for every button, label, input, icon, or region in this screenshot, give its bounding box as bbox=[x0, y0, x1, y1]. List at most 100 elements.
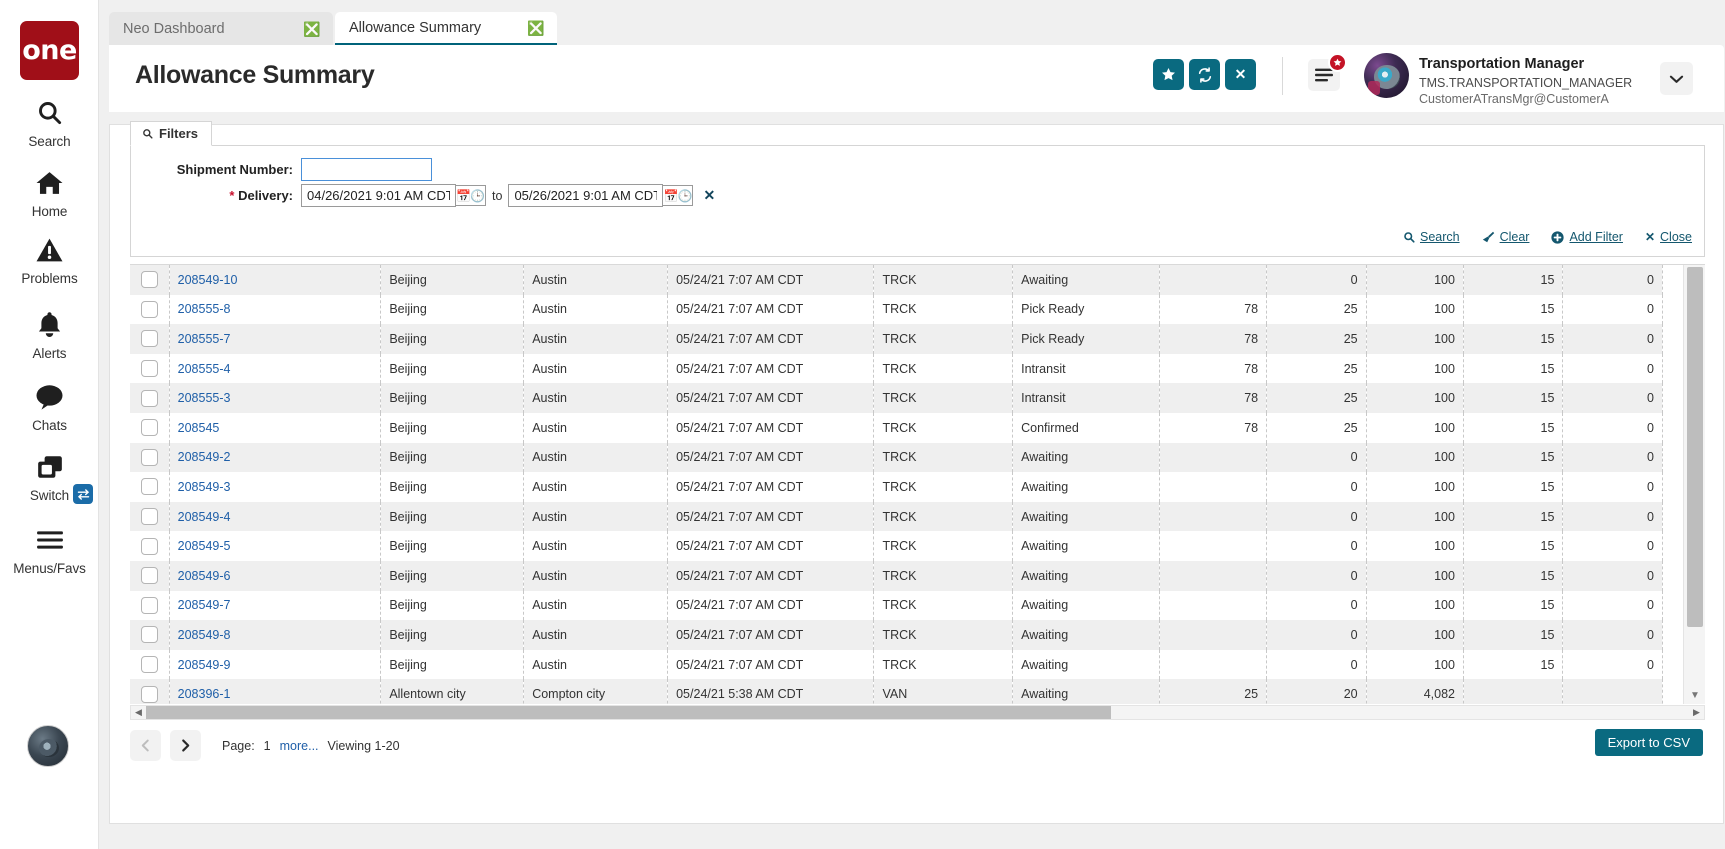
shipment-link[interactable]: 208555-4 bbox=[178, 362, 231, 376]
shipment-link[interactable]: 208549-7 bbox=[178, 598, 231, 612]
row-checkbox-cell[interactable] bbox=[130, 383, 169, 413]
scroll-right-icon[interactable]: ▶ bbox=[1689, 706, 1704, 719]
shipment-link[interactable]: 208549-4 bbox=[178, 510, 231, 524]
scrollbar-thumb[interactable] bbox=[1687, 267, 1703, 627]
row-checkbox[interactable] bbox=[141, 626, 158, 643]
close-circle-icon[interactable]: ❎ bbox=[529, 21, 543, 35]
shipment-link[interactable]: 208549-3 bbox=[178, 480, 231, 494]
shipment-link[interactable]: 208396-1 bbox=[178, 687, 231, 701]
one-logo[interactable]: one bbox=[20, 21, 79, 80]
cell-shipment[interactable]: 208555-3 bbox=[169, 383, 381, 413]
row-checkbox[interactable] bbox=[141, 330, 158, 347]
cell-shipment[interactable]: 208549-2 bbox=[169, 443, 381, 473]
cell-shipment[interactable]: 208555-8 bbox=[169, 295, 381, 325]
close-circle-icon[interactable]: ❎ bbox=[305, 22, 319, 36]
shipment-link[interactable]: 208555-7 bbox=[178, 332, 231, 346]
delivery-from-input[interactable] bbox=[301, 184, 456, 207]
table-row[interactable]: 208396-1Allentown cityCompton city05/24/… bbox=[130, 679, 1663, 704]
calendar-icon[interactable]: 📅 bbox=[663, 185, 678, 206]
tab-neo-dashboard[interactable]: Neo Dashboard ❎ bbox=[109, 12, 333, 46]
row-checkbox[interactable] bbox=[141, 271, 158, 288]
table-row[interactable]: 208555-7BeijingAustin05/24/21 7:07 AM CD… bbox=[130, 324, 1663, 354]
row-checkbox-cell[interactable] bbox=[130, 502, 169, 532]
clock-icon[interactable]: 🕒 bbox=[678, 185, 693, 206]
filter-clear-link[interactable]: Clear bbox=[1482, 230, 1530, 244]
row-checkbox-cell[interactable] bbox=[130, 531, 169, 561]
scrollbar-track[interactable] bbox=[146, 706, 1689, 719]
export-to-csv-button[interactable]: Export to CSV bbox=[1595, 729, 1703, 756]
table-row[interactable]: 208555-4BeijingAustin05/24/21 7:07 AM CD… bbox=[130, 354, 1663, 384]
row-checkbox-cell[interactable] bbox=[130, 443, 169, 473]
cell-shipment[interactable]: 208549-9 bbox=[169, 650, 381, 680]
filter-close-link[interactable]: ✕ Close bbox=[1645, 230, 1692, 244]
next-page-button[interactable] bbox=[170, 730, 201, 761]
row-checkbox[interactable] bbox=[141, 508, 158, 525]
row-checkbox[interactable] bbox=[141, 686, 158, 703]
row-checkbox-cell[interactable] bbox=[130, 561, 169, 591]
cell-shipment[interactable]: 208396-1 bbox=[169, 679, 381, 704]
sidebar-item-chats[interactable]: Chats bbox=[0, 380, 99, 433]
table-row[interactable]: 208555-3BeijingAustin05/24/21 7:07 AM CD… bbox=[130, 383, 1663, 413]
cell-shipment[interactable]: 208545 bbox=[169, 413, 381, 443]
row-checkbox-cell[interactable] bbox=[130, 679, 169, 704]
cell-shipment[interactable]: 208549-7 bbox=[169, 591, 381, 621]
cell-shipment[interactable]: 208549-8 bbox=[169, 620, 381, 650]
grid-horizontal-scrollbar[interactable]: ◀ ▶ bbox=[130, 705, 1705, 720]
favorite-button[interactable] bbox=[1153, 59, 1184, 90]
clock-icon[interactable]: 🕒 bbox=[471, 185, 486, 206]
tab-allowance-summary[interactable]: Allowance Summary ❎ bbox=[335, 12, 557, 46]
scrollbar-thumb[interactable] bbox=[146, 706, 1111, 719]
refresh-button[interactable] bbox=[1189, 59, 1220, 90]
row-checkbox-cell[interactable] bbox=[130, 295, 169, 325]
sidebar-item-home[interactable]: Home bbox=[0, 166, 99, 219]
delivery-to-input[interactable] bbox=[508, 184, 663, 207]
cell-shipment[interactable]: 208549-5 bbox=[169, 531, 381, 561]
cell-shipment[interactable]: 208549-3 bbox=[169, 472, 381, 502]
row-checkbox[interactable] bbox=[141, 449, 158, 466]
row-checkbox[interactable] bbox=[141, 597, 158, 614]
cell-shipment[interactable]: 208549-6 bbox=[169, 561, 381, 591]
table-row[interactable]: 208549-2BeijingAustin05/24/21 7:07 AM CD… bbox=[130, 443, 1663, 473]
sidebar-item-search[interactable]: Search bbox=[0, 96, 99, 149]
previous-page-button[interactable] bbox=[130, 730, 161, 761]
grid-vertical-scrollbar[interactable]: ▼ bbox=[1683, 265, 1705, 704]
row-checkbox-cell[interactable] bbox=[130, 591, 169, 621]
table-row[interactable]: 208555-8BeijingAustin05/24/21 7:07 AM CD… bbox=[130, 295, 1663, 325]
row-checkbox-cell[interactable] bbox=[130, 265, 169, 295]
row-checkbox[interactable] bbox=[141, 478, 158, 495]
shipment-link[interactable]: 208549-9 bbox=[178, 658, 231, 672]
shipment-link[interactable]: 208549-6 bbox=[178, 569, 231, 583]
cell-shipment[interactable]: 208555-7 bbox=[169, 324, 381, 354]
row-checkbox[interactable] bbox=[141, 390, 158, 407]
shipment-link[interactable]: 208555-3 bbox=[178, 391, 231, 405]
more-pages-link[interactable]: more... bbox=[280, 739, 319, 753]
scroll-down-icon[interactable]: ▼ bbox=[1684, 687, 1705, 703]
clear-delivery-dates-icon[interactable]: ✕ bbox=[703, 187, 715, 204]
filter-search-link[interactable]: Search bbox=[1403, 230, 1460, 244]
avatar[interactable] bbox=[1364, 53, 1409, 98]
scroll-left-icon[interactable]: ◀ bbox=[131, 706, 146, 719]
shipment-link[interactable]: 208549-5 bbox=[178, 539, 231, 553]
row-checkbox-cell[interactable] bbox=[130, 413, 169, 443]
table-row[interactable]: 208549-7BeijingAustin05/24/21 7:07 AM CD… bbox=[130, 591, 1663, 621]
swap-arrows-icon[interactable] bbox=[73, 484, 93, 504]
calendar-icon[interactable]: 📅 bbox=[456, 185, 471, 206]
row-checkbox[interactable] bbox=[141, 360, 158, 377]
row-checkbox-cell[interactable] bbox=[130, 472, 169, 502]
row-checkbox[interactable] bbox=[141, 656, 158, 673]
sidebar-item-menus-favs[interactable]: Menus/Favs bbox=[0, 523, 99, 576]
row-checkbox-cell[interactable] bbox=[130, 620, 169, 650]
shipment-link[interactable]: 208545 bbox=[178, 421, 220, 435]
avatar[interactable] bbox=[27, 725, 69, 767]
row-checkbox[interactable] bbox=[141, 419, 158, 436]
table-row[interactable]: 208549-4BeijingAustin05/24/21 7:07 AM CD… bbox=[130, 502, 1663, 532]
row-checkbox[interactable] bbox=[141, 538, 158, 555]
row-checkbox-cell[interactable] bbox=[130, 354, 169, 384]
row-checkbox-cell[interactable] bbox=[130, 324, 169, 354]
close-page-button[interactable]: ✕ bbox=[1225, 59, 1256, 90]
cell-shipment[interactable]: 208549-4 bbox=[169, 502, 381, 532]
cell-shipment[interactable]: 208549-10 bbox=[169, 265, 381, 295]
row-checkbox[interactable] bbox=[141, 567, 158, 584]
table-row[interactable]: 208549-6BeijingAustin05/24/21 7:07 AM CD… bbox=[130, 561, 1663, 591]
table-row[interactable]: 208545BeijingAustin05/24/21 7:07 AM CDTT… bbox=[130, 413, 1663, 443]
